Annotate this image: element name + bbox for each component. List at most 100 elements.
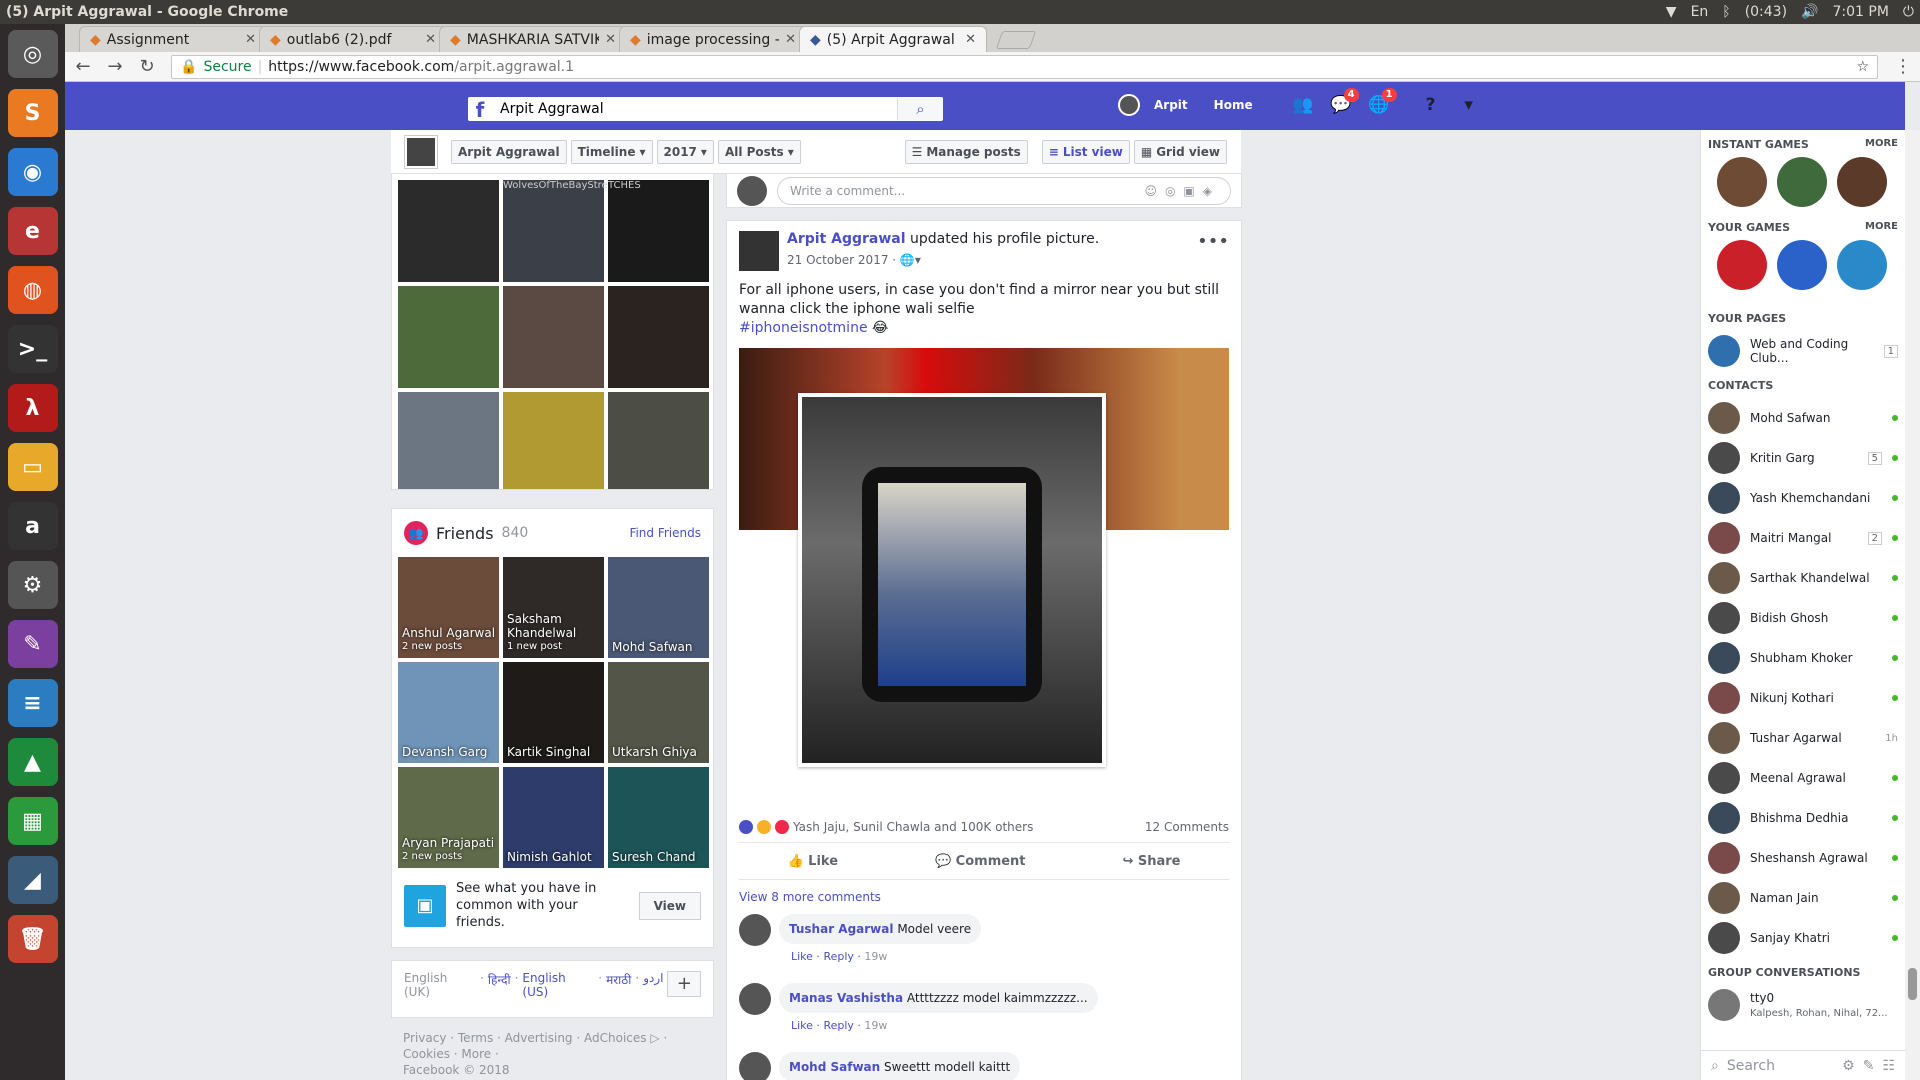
volume-icon[interactable]: 🔊 xyxy=(1801,4,1818,20)
forward-button[interactable]: → xyxy=(107,56,123,77)
friend-tile[interactable]: Aryan Prajapati 2 new posts xyxy=(398,767,499,868)
reactions-summary[interactable]: Yash Jaju, Sunil Chawla and 100K others xyxy=(739,820,1033,834)
contact-item[interactable]: Yash Khemchandani xyxy=(1701,478,1905,518)
contact-item[interactable]: Bhishma Dedhia xyxy=(1701,798,1905,838)
post-image[interactable] xyxy=(739,348,1229,808)
tab-2[interactable]: ◆ MASHKARIA SATVIK ✕ xyxy=(439,26,627,52)
privacy-globe-icon[interactable]: 🌐▾ xyxy=(900,253,921,267)
friend-name[interactable]: Nimish Gahlot xyxy=(507,850,592,864)
photo-thumbnail[interactable] xyxy=(398,180,499,282)
friend-name[interactable]: Anshul Agarwal 2 new posts xyxy=(402,626,495,654)
your-games-more[interactable]: MORE xyxy=(1865,221,1898,234)
contact-item[interactable]: Mohd Safwan xyxy=(1701,398,1905,438)
search-input[interactable] xyxy=(500,98,890,120)
share-button[interactable]: ↪ Share xyxy=(1122,854,1180,869)
comment-button[interactable]: 💬 Comment xyxy=(935,854,1026,869)
page-scrollbar[interactable] xyxy=(1905,130,1920,1080)
game-thumbnail[interactable] xyxy=(1777,157,1827,207)
power-icon[interactable]: ⏻ xyxy=(1903,4,1914,20)
friend-name[interactable]: Saksham Khandelwal 1 new post xyxy=(507,612,604,654)
ubuntu-dash-icon[interactable]: ◎ xyxy=(7,30,58,78)
trash-icon[interactable]: 🗑 xyxy=(7,915,58,963)
files-icon[interactable]: ▭ xyxy=(7,443,58,491)
photo-thumbnail[interactable]: TCHES xyxy=(608,180,709,282)
comment-input[interactable]: Write a comment... ☺◎▣◈ xyxy=(777,176,1231,205)
friend-name[interactable]: Suresh Chand xyxy=(612,850,696,864)
friend-tile[interactable]: Mohd Safwan xyxy=(608,557,709,658)
facebook-logo-icon[interactable]: f xyxy=(468,97,492,122)
keyboard-layout[interactable]: En xyxy=(1691,4,1709,20)
game-thumbnail[interactable] xyxy=(1837,157,1887,207)
menu-icon[interactable]: ⋮ xyxy=(1894,56,1912,77)
profile-link[interactable]: Arpit xyxy=(1154,98,1188,112)
friend-name[interactable]: Mohd Safwan xyxy=(612,640,693,654)
tab-0[interactable]: ◆ Assignment ✕ xyxy=(79,26,267,52)
wifi-icon[interactable]: ▼ xyxy=(1666,4,1677,20)
comment-tools-icon[interactable]: ☺◎▣◈ xyxy=(1144,184,1230,198)
profile-name-button[interactable]: Arpit Aggrawal xyxy=(451,139,567,164)
gear-icon[interactable]: ⚙ xyxy=(1842,1058,1855,1074)
chrome-icon[interactable]: ◉ xyxy=(7,148,58,196)
friend-requests-icon[interactable]: 👥 xyxy=(1291,94,1315,116)
comment-author[interactable]: Mohd Safwan xyxy=(789,1060,880,1074)
profile-thumbnail[interactable] xyxy=(405,135,437,168)
comment-reply-link[interactable]: Reply xyxy=(823,950,853,963)
contact-item[interactable]: Sheshansh Agrawal xyxy=(1701,838,1905,878)
clock[interactable]: 7:01 PM xyxy=(1833,4,1889,20)
close-icon[interactable]: ✕ xyxy=(785,32,796,47)
friend-name[interactable]: Utkarsh Ghiya xyxy=(612,745,697,759)
grid-view-button[interactable]: ▦ Grid view xyxy=(1133,139,1227,164)
three-patti-game-icon[interactable] xyxy=(1777,240,1827,290)
notifications-icon[interactable]: 🌐 1 xyxy=(1367,88,1397,116)
year-dropdown[interactable]: 2017 ▾ xyxy=(656,139,714,164)
game-icon[interactable] xyxy=(1837,240,1887,290)
comments-count[interactable]: 12 Comments xyxy=(1145,820,1229,834)
reload-button[interactable]: ↻ xyxy=(139,56,155,77)
lang-marathi[interactable]: मराठी xyxy=(606,971,631,988)
post-author[interactable]: Arpit Aggrawal xyxy=(787,231,906,247)
timeline-dropdown[interactable]: Timeline ▾ xyxy=(570,139,653,164)
calc-icon[interactable]: ▦ xyxy=(7,797,58,845)
tab-1[interactable]: ◆ outlab6 (2).pdf ✕ xyxy=(259,26,447,52)
address-bar[interactable]: 🔒 Secure | https://www.facebook.com/arpi… xyxy=(171,54,1878,79)
bluetooth-icon[interactable]: ᛒ xyxy=(1722,4,1730,20)
comment-time[interactable]: 19w xyxy=(864,950,887,963)
photo-thumbnail[interactable] xyxy=(398,286,499,388)
photo-thumbnail[interactable] xyxy=(608,392,709,489)
account-menu-icon[interactable]: ▾ xyxy=(1457,94,1481,116)
friend-tile[interactable]: Anshul Agarwal 2 new posts xyxy=(398,557,499,658)
friend-name[interactable]: Devansh Garg xyxy=(402,745,487,759)
messages-icon[interactable]: 💬 4 xyxy=(1329,88,1359,116)
tab-4[interactable]: ◆ (5) Arpit Aggrawal ✕ xyxy=(799,26,987,52)
game-thumbnail[interactable] xyxy=(1717,157,1767,207)
lang-en-us[interactable]: English (US) xyxy=(522,971,594,999)
close-icon[interactable]: ✕ xyxy=(245,32,256,47)
writer-icon[interactable]: ≡ xyxy=(7,679,58,727)
close-icon[interactable]: ✕ xyxy=(425,32,436,47)
friend-name[interactable]: Kartik Singhal xyxy=(507,745,590,759)
comment-like-link[interactable]: Like xyxy=(791,950,813,963)
profile-photo-frame[interactable] xyxy=(798,393,1106,767)
photo-thumbnail[interactable]: WolvesOfTheBayStre xyxy=(503,180,608,282)
help-icon[interactable]: ? xyxy=(1419,94,1443,116)
find-friends-link[interactable]: Find Friends xyxy=(629,526,701,540)
firefox-icon[interactable]: ◍ xyxy=(7,266,58,314)
friend-tile[interactable]: Devansh Garg xyxy=(398,662,499,763)
contact-item[interactable]: Shubham Khoker xyxy=(1701,638,1905,678)
list-view-button[interactable]: ≡ List view xyxy=(1041,139,1130,164)
contact-item[interactable]: Sarthak Khandelwal xyxy=(1701,558,1905,598)
contact-item[interactable]: Bidish Ghosh xyxy=(1701,598,1905,638)
comment-author[interactable]: Manas Vashistha xyxy=(789,991,903,1005)
comment-time[interactable]: 19w xyxy=(864,1019,887,1032)
battery-status[interactable]: (0:43) xyxy=(1745,4,1787,20)
pdf-reader-icon[interactable]: e xyxy=(7,207,58,255)
image-viewer-icon[interactable]: ▲ xyxy=(7,738,58,786)
amazon-icon[interactable]: a xyxy=(7,502,58,550)
search-icon[interactable]: ⌕ xyxy=(897,98,943,120)
photo-thumbnail[interactable] xyxy=(503,286,604,388)
terminal-icon[interactable]: >_ xyxy=(7,325,58,373)
close-icon[interactable]: ✕ xyxy=(965,32,976,47)
page-item[interactable]: Web and Coding Club... 1 xyxy=(1701,331,1905,371)
friends-title[interactable]: Friends xyxy=(436,524,494,543)
matlab-icon[interactable]: ◢ xyxy=(7,856,58,904)
